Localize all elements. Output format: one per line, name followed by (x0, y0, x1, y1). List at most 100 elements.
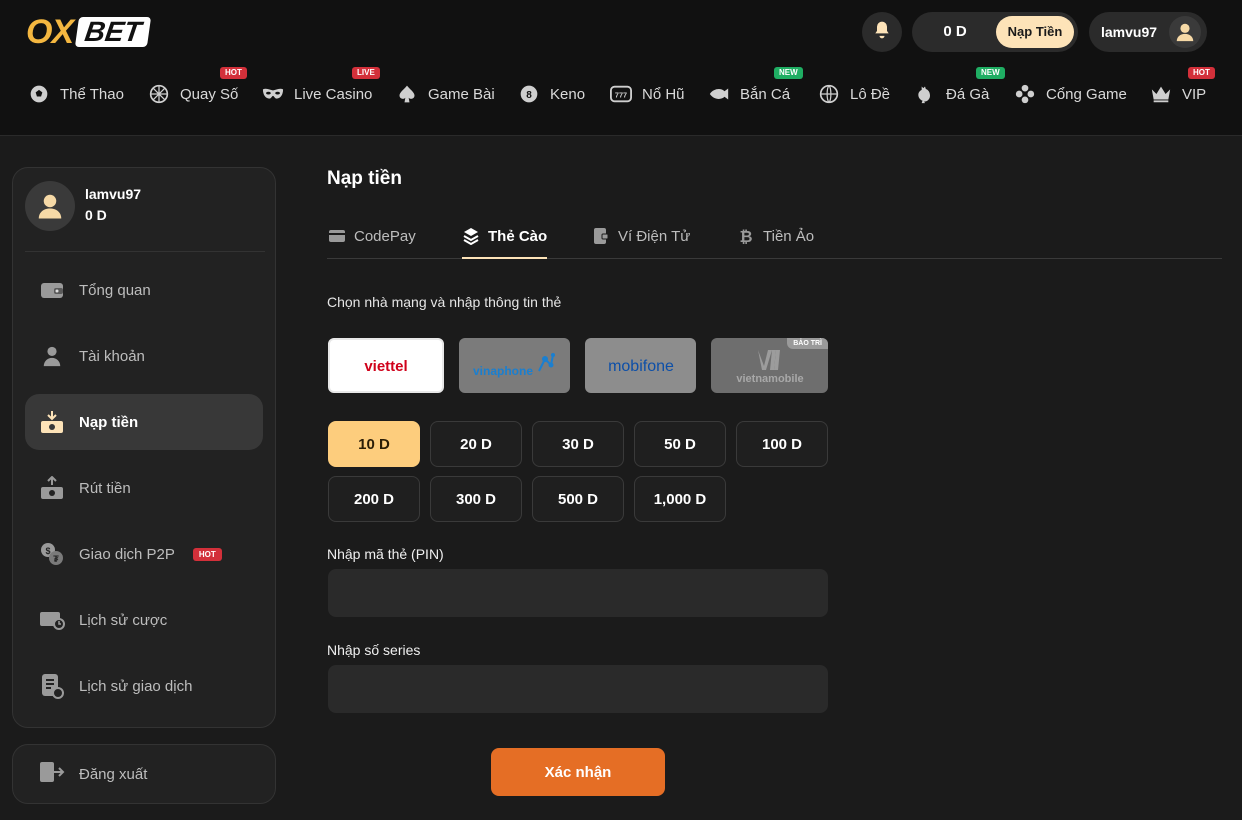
notification-button[interactable] (862, 12, 902, 52)
header-balance: 0 D (943, 23, 967, 40)
amount-option[interactable]: 20 D (430, 421, 522, 467)
sidebar-item-label: Giao dịch P2P (79, 545, 175, 563)
user-menu[interactable]: lamvu97 (1089, 12, 1207, 52)
account-sidebar: lamvu97 0 D Tổng quan Tài khoản Nạp tiền… (12, 167, 276, 728)
wallet-icon (39, 277, 65, 303)
hot-badge: HOT (1188, 67, 1215, 79)
rooster-icon (914, 83, 936, 105)
user-icon (1176, 23, 1194, 42)
bet-history-icon (39, 607, 65, 633)
layers-icon (462, 227, 480, 245)
nav-ban-ca[interactable]: Bắn Cá NEW (708, 67, 803, 116)
logout-button[interactable]: Đăng xuất (12, 744, 276, 804)
page-title: Nạp tiền (327, 168, 402, 189)
sidebar-item-giao-dich-p2p[interactable]: ₮ $ Giao dịch P2P HOT (25, 526, 263, 582)
nav-label: Cổng Game (1046, 85, 1127, 103)
sidebar-item-lich-su-giao-dich[interactable]: Lịch sử giao dịch (25, 658, 263, 714)
header-deposit-button[interactable]: Nạp Tiền (996, 16, 1074, 48)
sidebar-item-tai-khoan[interactable]: Tài khoản (25, 328, 263, 384)
sidebar-item-label: Tài khoản (79, 347, 145, 365)
nav-da-ga[interactable]: Đá Gà NEW (914, 67, 1005, 116)
nav-vip[interactable]: VIP HOT (1150, 67, 1215, 116)
nav-label: Game Bài (428, 85, 495, 103)
svg-text:mobifone: mobifone (608, 358, 674, 375)
fish-icon (708, 83, 730, 105)
sidebar-item-rut-tien[interactable]: Rút tiền (25, 460, 263, 516)
sidebar-item-tong-quan[interactable]: Tổng quan (25, 262, 263, 318)
sidebar-item-label: Lịch sử giao dịch (79, 677, 193, 695)
svg-text:$: $ (45, 546, 50, 556)
amount-option[interactable]: 10 D (328, 421, 420, 467)
logout-label: Đăng xuất (79, 765, 148, 783)
main-nav: Thể Thao Quay Số HOT Live Casino LIVE Ga… (0, 67, 1242, 116)
nav-quay-so[interactable]: Quay Số HOT (148, 67, 247, 116)
amount-option[interactable]: 30 D (532, 421, 624, 467)
avatar (1169, 16, 1201, 48)
svg-text:₮: ₮ (53, 554, 59, 564)
tab-label: CodePay (354, 227, 416, 245)
amount-option[interactable]: 200 D (328, 476, 420, 522)
submit-button[interactable]: Xác nhận (491, 748, 665, 796)
logout-icon (39, 760, 65, 788)
deposit-icon (39, 409, 65, 435)
sidebar-item-label: Rút tiền (79, 479, 131, 497)
amount-option[interactable]: 300 D (430, 476, 522, 522)
top-header: OX BET 0 D Nạp Tiền lamvu97 Thể Thao Qua… (0, 0, 1242, 136)
hot-badge: HOT (192, 547, 222, 561)
nav-label: Lô Đề (850, 85, 891, 103)
tab-label: Tiền Ảo (763, 227, 815, 245)
sidebar-item-lich-su-cuoc[interactable]: Lịch sử cược (25, 592, 263, 648)
vietnamobile-logo: vietnamobile (736, 349, 803, 385)
pin-label: Nhập mã thẻ (PIN) (327, 546, 444, 562)
live-badge: LIVE (352, 67, 380, 79)
svg-text:₿: ₿ (739, 227, 752, 245)
carrier-vinaphone[interactable]: vinaphone (459, 338, 570, 393)
pin-input[interactable] (328, 569, 828, 617)
slot-777-icon: 777 (610, 83, 632, 105)
bell-icon (872, 20, 892, 45)
avatar (25, 181, 75, 231)
crown-icon (1150, 83, 1172, 105)
nav-game-bai[interactable]: Game Bài (396, 72, 495, 116)
sidebar-balance: 0 D (85, 207, 107, 223)
nav-label: VIP (1182, 85, 1207, 103)
nav-live-casino[interactable]: Live Casino LIVE (262, 67, 380, 116)
oxbet-logo[interactable]: OX BET (26, 15, 152, 49)
nav-label: Thể Thao (60, 85, 124, 103)
viettel-logo: viettel (364, 358, 407, 375)
tab-vi-dien-tu[interactable]: Ví Điện Tử (592, 214, 690, 258)
user-icon (39, 343, 65, 369)
nav-the-thao[interactable]: Thể Thao (28, 72, 124, 116)
nav-label: Bắn Cá (740, 85, 791, 103)
e-wallet-icon (592, 227, 610, 245)
maintenance-badge: BẢO TRÌ (787, 338, 828, 349)
mobifone-logo: mobifone (608, 358, 674, 375)
nav-label: Keno (550, 85, 586, 103)
serial-input[interactable] (328, 665, 828, 713)
logo-bet: BET (75, 16, 152, 47)
tab-the-cao[interactable]: Thẻ Cào (462, 214, 548, 259)
instruction-text: Chọn nhà mạng và nhập thông tin thẻ (327, 294, 562, 310)
new-badge: NEW (976, 67, 1005, 79)
nav-label: Nổ Hũ (642, 85, 685, 103)
sidebar-item-nap-tien[interactable]: Nạp tiền (25, 394, 263, 450)
card-icon (328, 227, 346, 245)
keno-8-icon: 8 (518, 83, 540, 105)
amount-option[interactable]: 500 D (532, 476, 624, 522)
amount-option[interactable]: 100 D (736, 421, 828, 467)
carrier-viettel[interactable]: viettel (328, 338, 444, 393)
carrier-vietnamobile[interactable]: BẢO TRÌ vietnamobile (711, 338, 828, 393)
nav-no-hu[interactable]: 777 Nổ Hũ (610, 72, 685, 116)
svg-text:viettel: viettel (364, 358, 407, 375)
tab-codepay[interactable]: CodePay (328, 214, 416, 258)
tab-tien-ao[interactable]: ₿ Tiền Ảo (737, 214, 814, 258)
carrier-mobifone[interactable]: mobifone (585, 338, 696, 393)
nav-lo-de[interactable]: Lô Đề (818, 72, 890, 116)
user-icon (38, 194, 62, 219)
nav-keno[interactable]: 8 Keno (518, 72, 585, 116)
nav-cong-game[interactable]: Cổng Game (1014, 72, 1127, 116)
amount-option[interactable]: 1,000 D (634, 476, 726, 522)
hot-badge: HOT (220, 67, 247, 79)
amount-option[interactable]: 50 D (634, 421, 726, 467)
mask-icon (262, 83, 284, 105)
